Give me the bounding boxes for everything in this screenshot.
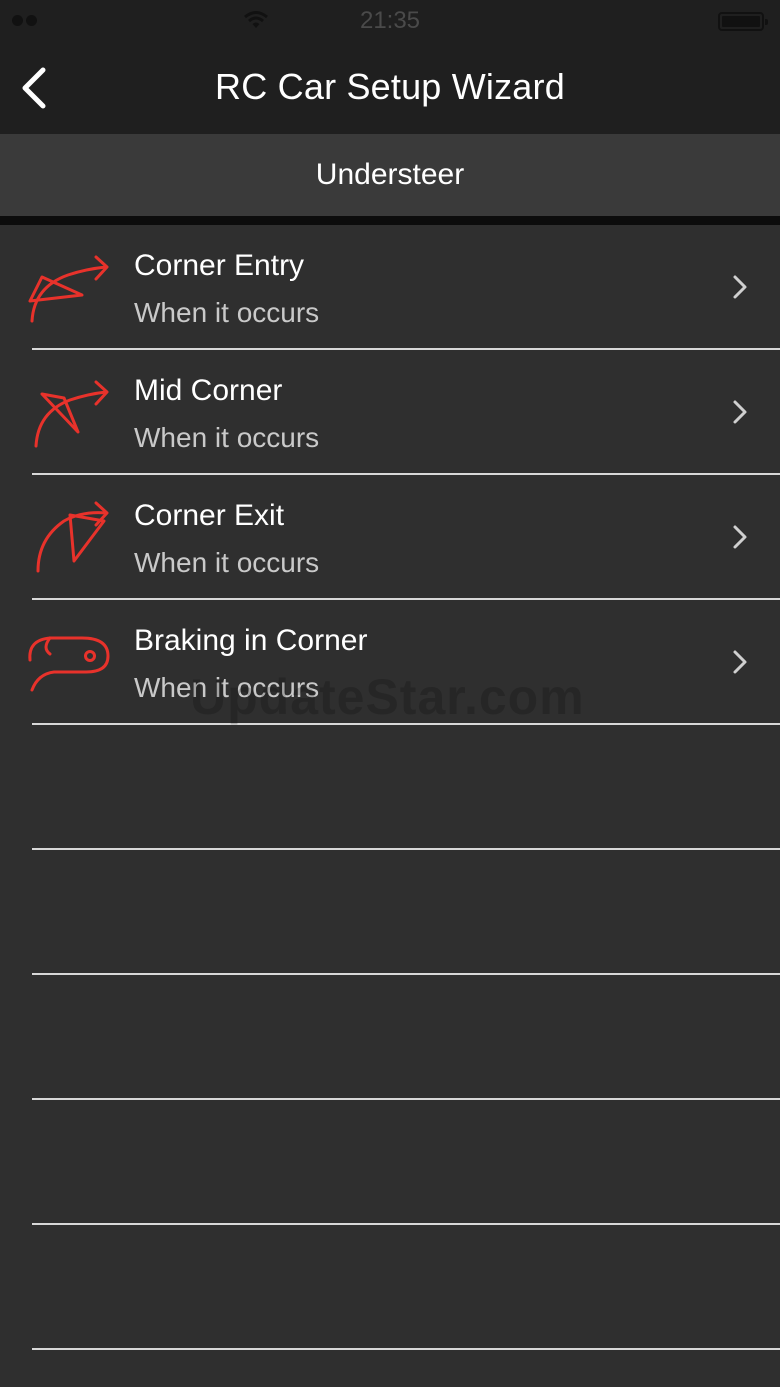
empty-row: [0, 1100, 780, 1225]
status-bar: 21:35: [0, 0, 780, 42]
list-item-subtitle: When it occurs: [134, 672, 320, 703]
corner-exit-icon: [36, 501, 109, 573]
chevron-right-icon: [733, 525, 747, 549]
corner-entry-icon: [28, 255, 109, 323]
list-item-braking-in-corner[interactable]: Braking in Corner When it occurs: [0, 600, 780, 725]
empty-row: [0, 975, 780, 1100]
list-item-corner-exit[interactable]: Corner Exit When it occurs: [0, 475, 780, 600]
list-item-title: Corner Entry: [134, 249, 305, 282]
status-time: 21:35: [359, 7, 421, 34]
empty-row: [0, 725, 780, 850]
braking-in-corner-icon: [28, 636, 110, 692]
page-title: RC Car Setup Wizard: [215, 66, 565, 107]
battery-icon: [718, 12, 768, 31]
section-title: Understeer: [315, 158, 465, 191]
list-item-subtitle: When it occurs: [134, 297, 320, 328]
header-divider: [0, 216, 780, 225]
chevron-right-icon: [733, 400, 747, 424]
empty-row: [0, 850, 780, 975]
list-item-title: Braking in Corner: [134, 624, 368, 657]
row-separator: [32, 1348, 780, 1350]
list-item-subtitle: When it occurs: [134, 547, 320, 578]
mid-corner-icon: [34, 380, 109, 448]
empty-row: [0, 1225, 780, 1350]
navigation-bar: RC Car Setup Wizard: [0, 42, 780, 134]
list-item-corner-entry[interactable]: Corner Entry When it occurs: [0, 225, 780, 350]
options-list: Corner Entry When it occurs Mid Corner W…: [0, 225, 780, 1350]
list-item-title: Corner Exit: [134, 499, 285, 532]
list-item-mid-corner[interactable]: Mid Corner When it occurs: [0, 350, 780, 475]
list-item-title: Mid Corner: [134, 374, 283, 407]
section-header: Understeer: [0, 134, 780, 216]
chevron-right-icon: [733, 650, 747, 674]
chevron-right-icon: [733, 275, 747, 299]
list-item-subtitle: When it occurs: [134, 422, 320, 453]
